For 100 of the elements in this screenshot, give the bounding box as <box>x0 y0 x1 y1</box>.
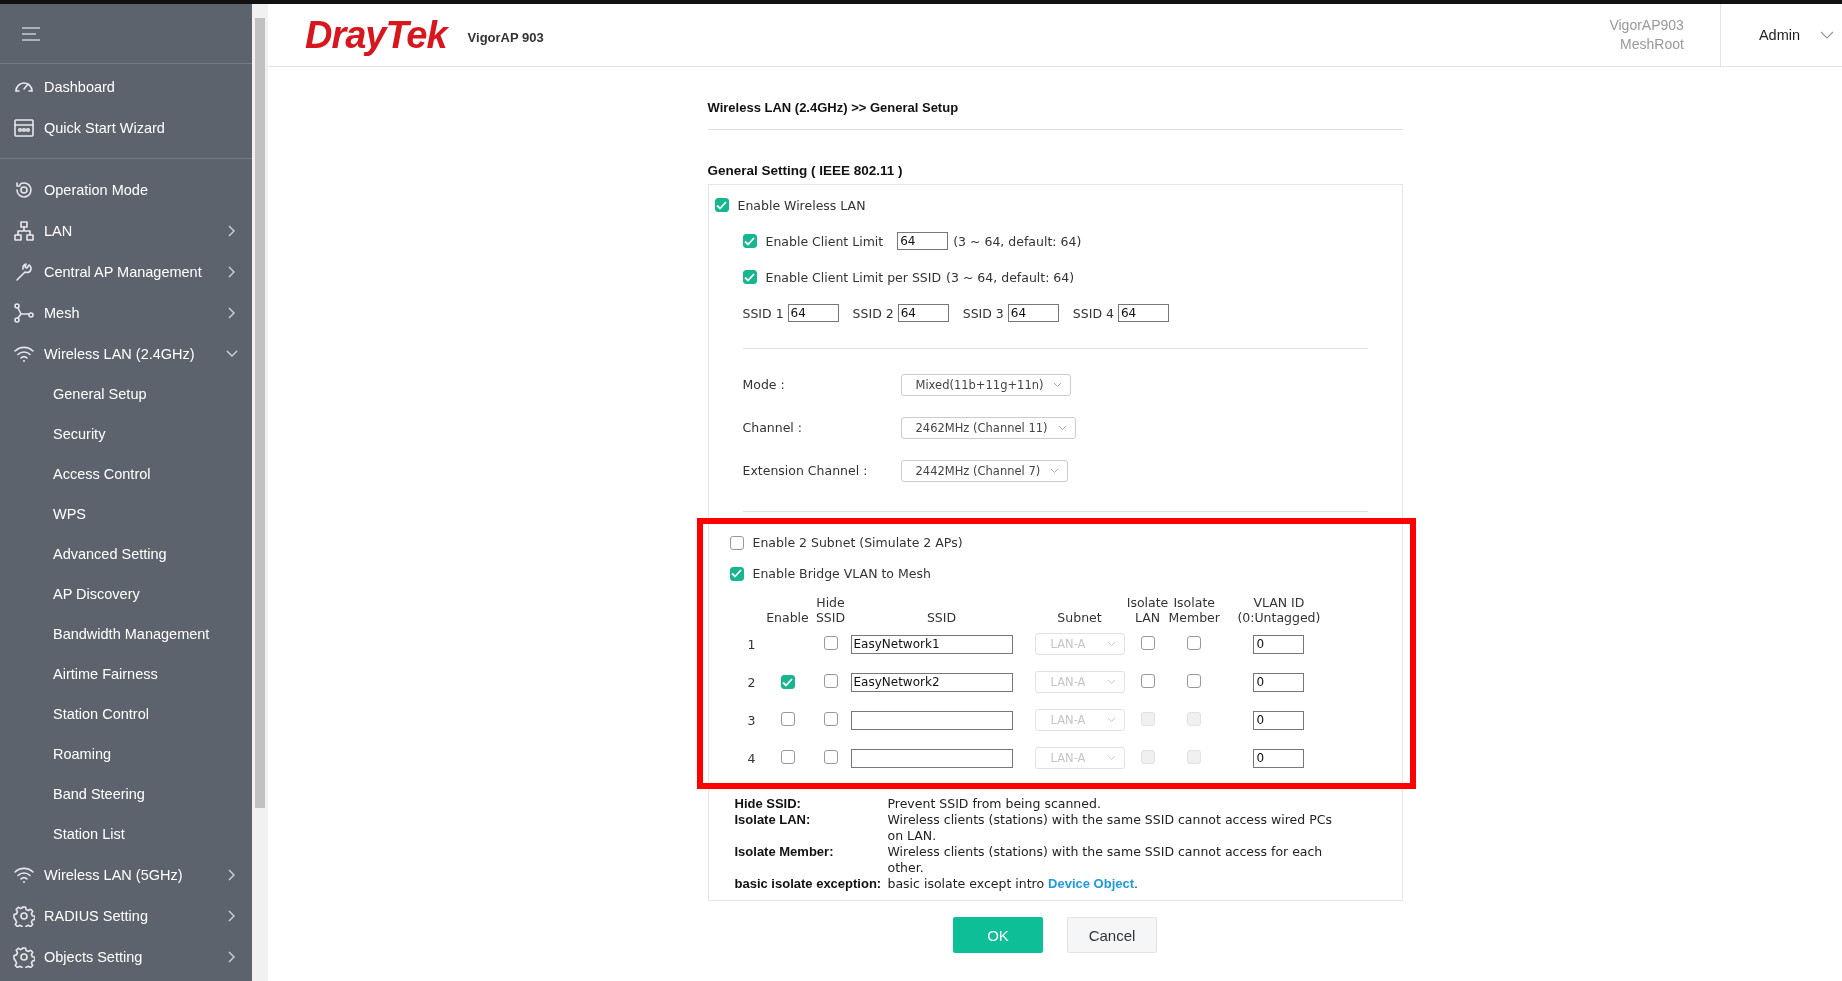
note-punctuation: . <box>1134 876 1139 891</box>
checkbox[interactable] <box>729 535 744 550</box>
sidebar-item[interactable]: Dashboard <box>0 66 252 107</box>
field-label: Mode : <box>742 377 786 392</box>
chevron-down-icon <box>1106 717 1116 723</box>
checkbox-label: Enable Wireless LAN <box>737 197 866 213</box>
chevron-down-icon <box>1106 679 1116 685</box>
sidebar-item[interactable]: Central AP Management <box>0 251 252 292</box>
chevron-down-icon <box>1057 424 1067 431</box>
column-header: Hide SSID <box>814 594 847 625</box>
dropdown[interactable]: 2442MHz (Channel 7) <box>900 459 1069 482</box>
note-text: Prevent SSID from being scanned. <box>887 796 1102 812</box>
checkbox[interactable] <box>780 675 795 689</box>
sidebar-subitem[interactable]: Band Steering <box>0 774 252 814</box>
model-name: VigorAP 903 <box>467 29 544 45</box>
sidebar-item[interactable]: Operation Mode <box>0 169 252 210</box>
section-title: General Setting ( IEEE 802.11 ) <box>707 163 904 178</box>
field-label: SSID 4 <box>1072 305 1114 321</box>
checkbox[interactable] <box>714 198 729 212</box>
hint-text: (3 ~ 64, default: 64) <box>946 269 1075 285</box>
row-number: 3 <box>747 712 756 728</box>
vlan-id-field[interactable]: 0 <box>1253 710 1305 730</box>
checkbox-label: Enable Client Limit <box>765 233 884 249</box>
row-number: 2 <box>747 674 756 690</box>
sidebar-item[interactable]: Wireless LAN (5GHz) <box>0 854 252 895</box>
vlan-id-field[interactable]: 0 <box>1253 748 1305 768</box>
sidebar-subitem[interactable]: Access Control <box>0 454 252 494</box>
sidebar-item[interactable]: Mesh <box>0 292 252 333</box>
column-header: Enable <box>765 609 810 625</box>
sidebar-subitem[interactable]: General Setup <box>0 374 252 414</box>
checkbox[interactable] <box>1140 673 1155 688</box>
column-header: SSID <box>925 609 958 625</box>
sidebar-subitem[interactable]: WPS <box>0 494 252 534</box>
checkbox[interactable] <box>742 270 757 284</box>
checkbox[interactable] <box>780 749 795 764</box>
sidebar-subitem[interactable]: Station Control <box>0 694 252 734</box>
note-term: Isolate LAN: <box>734 812 812 829</box>
client-limit-field[interactable]: 64 <box>897 232 949 250</box>
checkbox[interactable] <box>823 673 838 688</box>
checkbox[interactable] <box>729 566 744 581</box>
column-header: Subnet <box>1056 609 1103 625</box>
checkbox[interactable] <box>823 635 838 650</box>
checkbox-label: Enable 2 Subnet (Simulate 2 APs) <box>752 535 963 550</box>
sidebar-item[interactable]: Objects Setting <box>0 936 252 977</box>
vlan-id-field[interactable]: 0 <box>1253 634 1305 654</box>
ssid-field[interactable] <box>850 748 1013 768</box>
field-label: SSID 2 <box>852 305 894 321</box>
column-header: Isolate LAN <box>1126 594 1169 625</box>
ssid-limit-field[interactable]: 64 <box>787 304 839 322</box>
row-number: 4 <box>747 750 756 766</box>
gear-icon <box>13 945 35 968</box>
ssid-field[interactable]: EasyNetwork1 <box>850 634 1013 654</box>
sidebar-item[interactable]: Quick Start Wizard <box>0 107 252 148</box>
user-menu[interactable]: Admin <box>1758 27 1800 43</box>
dropdown[interactable]: Mixed(11b+11g+11n) <box>900 373 1072 396</box>
checkbox[interactable] <box>1140 635 1155 650</box>
page-title: Wireless LAN (2.4GHz) >> General Setup <box>707 100 960 115</box>
note-term: basic isolate exception: <box>734 876 883 892</box>
scrollbar[interactable] <box>252 4 268 981</box>
sidebar-item[interactable]: RADIUS Setting <box>0 895 252 936</box>
checkbox[interactable] <box>780 711 795 726</box>
chevron-down-icon <box>1106 755 1116 761</box>
wrench-icon <box>13 260 35 283</box>
chevron-down-icon <box>1820 30 1834 40</box>
checkbox[interactable] <box>742 234 757 248</box>
note-text: basic isolate except intro <box>887 876 1045 891</box>
sidebar-item[interactable]: LAN <box>0 210 252 251</box>
note-text: Wireless clients (stations) with the same SSID cannot access for each other. <box>887 844 1324 876</box>
sidebar-subitem[interactable]: Advanced Setting <box>0 534 252 574</box>
note-term: Hide SSID: <box>734 796 802 812</box>
checkbox[interactable] <box>823 711 838 726</box>
window-icon <box>13 116 35 139</box>
dropdown[interactable]: 2462MHz (Channel 11) <box>900 416 1076 439</box>
column-header: VLAN ID (0:Untagged) <box>1219 589 1338 625</box>
sidebar-subitem[interactable]: Security <box>0 414 252 454</box>
sidebar-subitem[interactable]: Roaming <box>0 734 252 774</box>
checkbox[interactable] <box>1187 635 1202 650</box>
branch-icon <box>13 301 35 324</box>
ssid-field[interactable]: EasyNetwork2 <box>850 672 1013 692</box>
ssid-limit-field[interactable]: 64 <box>1007 304 1059 322</box>
sidebar-item[interactable]: Wireless LAN (2.4GHz) <box>0 333 252 374</box>
ssid-limit-field[interactable]: 64 <box>897 304 949 322</box>
sidebar-subitem[interactable]: Bandwidth Management <box>0 614 252 654</box>
note-term: Isolate Member: <box>734 844 835 861</box>
checkbox-label: Enable Bridge VLAN to Mesh <box>752 566 931 581</box>
vlan-id-field[interactable]: 0 <box>1253 672 1305 692</box>
cancel-button[interactable]: Cancel <box>1067 917 1157 953</box>
device-role: MeshRoot <box>1620 35 1684 54</box>
sidebar-subitem[interactable]: Station List <box>0 814 252 854</box>
ssid-limit-field[interactable]: 64 <box>1117 304 1169 322</box>
logo: DrayTek <box>305 13 447 57</box>
ssid-field[interactable] <box>850 710 1013 730</box>
checkbox[interactable] <box>1187 673 1202 688</box>
sidebar-subitem[interactable]: Airtime Fairness <box>0 654 252 694</box>
hint-text: (3 ~ 64, default: 64) <box>953 233 1082 249</box>
checkbox[interactable] <box>823 749 838 764</box>
field-label: SSID 1 <box>742 305 784 321</box>
field-label: Extension Channel : <box>742 463 869 478</box>
sidebar-subitem[interactable]: AP Discovery <box>0 574 252 614</box>
chevron-down-icon <box>1050 467 1060 474</box>
